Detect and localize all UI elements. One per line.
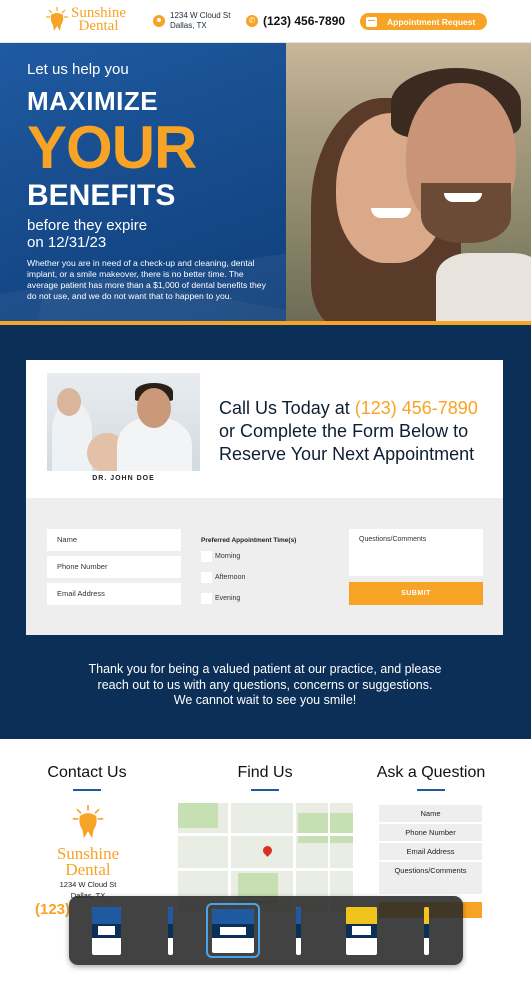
header-address: 1234 W Cloud St Dallas, TX [153,11,230,31]
page-thumbnail-6[interactable] [424,907,429,955]
header-phone-number: (123) 456-7890 [263,14,346,28]
find-underline [251,789,279,791]
address-line2: Dallas, TX [170,21,207,30]
call-line-2: or Complete the Form Below to [219,421,469,441]
ask-title: Ask a Question [376,764,486,781]
brand-line2: Dental [78,18,119,34]
morning-label: Morning [215,553,241,560]
hero-line-2: MAXIMIZE [27,86,159,116]
page-thumbnail-1[interactable] [92,907,121,955]
ask-phone-field[interactable]: Phone Number [379,824,482,841]
ask-name-field[interactable]: Name [379,805,482,822]
thanks-line-1: Thank you for being a valued patient at … [88,662,442,676]
contact-title: Contact Us [47,764,127,781]
ask-underline [417,789,445,791]
call-phone-link[interactable]: (123) 456-7890 [355,398,478,418]
evening-checkbox[interactable] [201,593,212,604]
contact-underline [73,789,101,791]
appointment-request-label: Appointment Request [387,16,476,27]
footer-address-line1: 1234 W Cloud St [59,880,117,889]
call-heading: Call Us Today at (123) 456-7890 or Compl… [219,397,478,466]
hero-line-1: Let us help you [27,61,129,78]
doctor-photo: DR. JOHN DOE [47,373,200,486]
footer-phone[interactable]: (123) [35,901,70,918]
ask-comments-field[interactable]: Questions/Comments [379,862,482,894]
appointment-request-button[interactable]: Appointment Request [360,13,487,30]
find-title: Find Us [237,764,293,781]
hero-paragraph: Whether you are in need of a check-up an… [27,258,266,301]
hero-line-3: YOUR [27,114,197,181]
ask-email-field[interactable]: Email Address [379,843,482,860]
email-field[interactable]: Email Address [47,583,181,605]
hero-section: Let us help you MAXIMIZE YOUR BENEFITS b… [0,43,531,325]
thank-you-message: Thank you for being a valued patient at … [60,662,470,709]
brand-logo[interactable]: Sunshine Dental [46,6,126,34]
footer-logo: Sunshine Dental [48,805,128,878]
phone-field[interactable]: Phone Number [47,556,181,578]
hero-line-6: on 12/31/23 [27,234,107,251]
footer-brand-line2: Dental [65,860,111,879]
hero-line-4: BENEFITS [27,179,176,212]
map-pin-icon [261,844,274,857]
calendar-icon [366,16,377,27]
comments-field[interactable]: Questions/Comments [349,529,483,576]
hero-text-panel: Let us help you MAXIMIZE YOUR BENEFITS b… [0,43,286,325]
brand-name: Sunshine Dental [71,6,126,34]
page-thumbnail-4[interactable] [296,907,301,955]
doctor-caption: DR. JOHN DOE [47,471,200,486]
hero-line-5: before they expire [27,217,148,234]
afternoon-checkbox[interactable] [201,572,212,583]
afternoon-label: Afternoon [215,574,246,581]
thanks-line-2: reach out to us with any questions, conc… [97,677,433,692]
page-thumbnail-switcher [69,896,463,965]
hero-couple-photo [286,43,531,325]
address-line1: 1234 W Cloud St [170,11,231,20]
name-field[interactable]: Name [47,529,181,551]
location-pin-icon [153,15,165,27]
call-prefix: Call Us Today at [219,398,355,418]
tooth-sun-icon [72,805,104,839]
phone-icon: ✆ [246,15,258,27]
preferred-time-title: Preferred Appointment Time(s) [201,537,297,544]
tooth-sun-icon [46,7,68,33]
header-phone[interactable]: ✆ (123) 456-7890 [246,14,345,28]
submit-button[interactable]: SUBMIT [349,582,483,605]
page-thumbnail-3[interactable] [212,909,254,953]
thanks-line-3: We cannot wait to see you smile! [173,693,357,707]
site-header: Sunshine Dental 1234 W Cloud St Dallas, … [0,0,531,43]
call-line-3: Reserve Your Next Appointment [219,444,475,464]
page-thumbnail-2[interactable] [168,907,173,955]
page-thumbnail-5[interactable] [346,907,377,955]
morning-checkbox[interactable] [201,551,212,562]
evening-label: Evening [215,595,241,602]
